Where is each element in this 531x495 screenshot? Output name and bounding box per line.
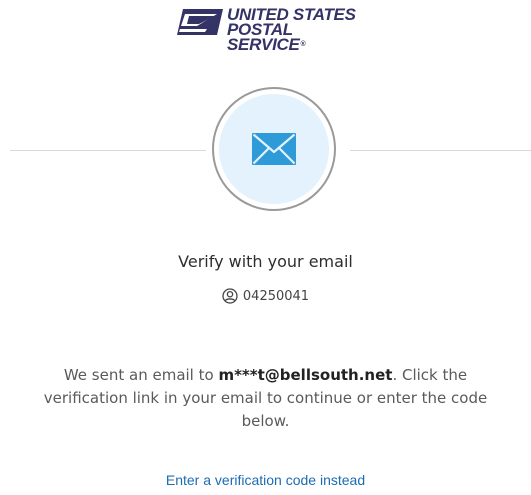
user-id: 04250041 bbox=[242, 289, 310, 304]
divider-right bbox=[350, 150, 531, 151]
usps-eagle-icon bbox=[177, 9, 223, 35]
email-icon-badge bbox=[212, 87, 336, 211]
masked-email: m***t@bellsouth.net bbox=[218, 366, 393, 384]
brand-line-2: POSTAL SERVICE bbox=[227, 20, 300, 54]
enter-code-link[interactable]: Enter a verification code instead bbox=[0, 472, 531, 488]
usps-logo: UNITED STATES POSTAL SERVICE® bbox=[177, 6, 373, 53]
registered-mark: ® bbox=[300, 41, 306, 48]
verification-message: We sent an email to m***t@bellsouth.net.… bbox=[40, 364, 491, 433]
email-icon-background bbox=[219, 94, 329, 204]
divider-left bbox=[10, 150, 206, 151]
verify-title: Verify with your email bbox=[178, 252, 353, 271]
user-identifier: 04250041 bbox=[0, 287, 531, 304]
envelope-icon bbox=[252, 133, 296, 165]
usps-wordmark: UNITED STATES POSTAL SERVICE® bbox=[227, 6, 373, 54]
user-circle-icon bbox=[222, 287, 238, 304]
message-prefix: We sent an email to bbox=[63, 366, 219, 384]
